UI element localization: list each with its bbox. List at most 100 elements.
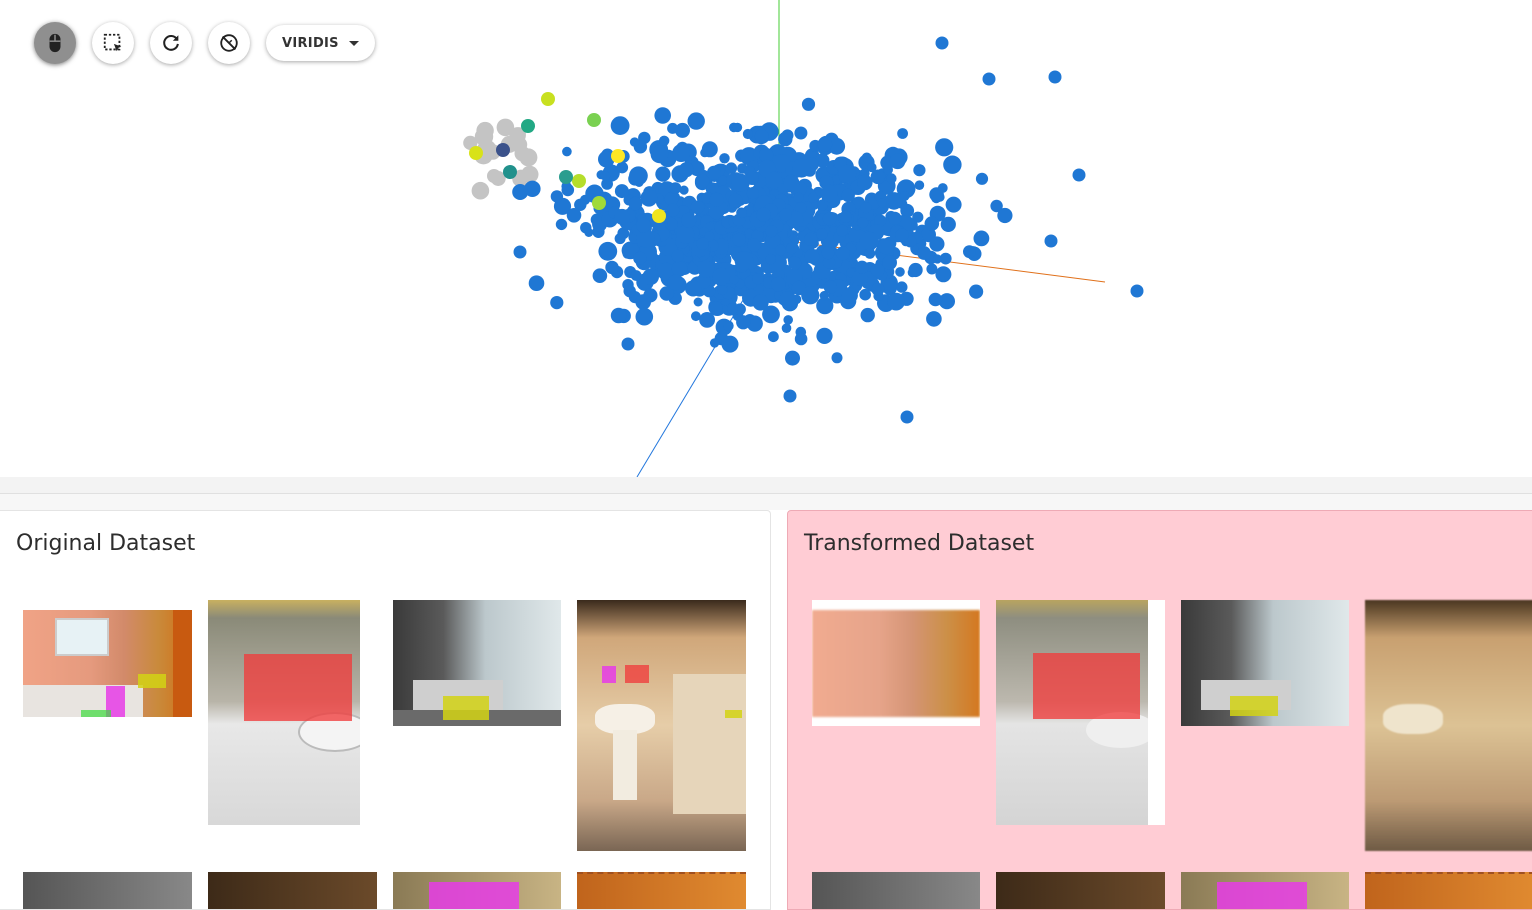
scatter-point[interactable] (732, 232, 746, 247)
transformed-image[interactable] (996, 600, 1165, 825)
scatter-point[interactable] (907, 267, 918, 278)
scatter-point[interactable] (664, 192, 679, 206)
scatter-point[interactable] (756, 207, 771, 222)
scatter-point[interactable] (793, 192, 804, 203)
scatter-point[interactable] (859, 231, 879, 251)
scatter-point[interactable] (650, 145, 669, 164)
scatter-point[interactable] (816, 228, 828, 240)
scatter-point[interactable] (823, 280, 838, 294)
scatter-point[interactable] (841, 287, 858, 304)
scatter-point[interactable] (559, 170, 573, 184)
scatter-point[interactable] (855, 260, 869, 274)
scatter-point[interactable] (816, 327, 833, 344)
scatter-point[interactable] (870, 263, 885, 278)
scatter-point[interactable] (635, 294, 651, 310)
scatter-point[interactable] (871, 282, 885, 296)
dataset-image[interactable] (208, 600, 377, 825)
scatter-point[interactable] (820, 184, 838, 203)
scatter-point[interactable] (693, 297, 703, 307)
scatter-point[interactable] (839, 210, 852, 223)
scatter-point[interactable] (633, 251, 647, 265)
scatter-point[interactable] (779, 291, 796, 308)
scatter-point[interactable] (496, 143, 510, 157)
scatter-point[interactable] (616, 161, 629, 174)
scatter-point[interactable] (469, 146, 483, 160)
scatter-point[interactable] (792, 158, 811, 178)
scatter-point[interactable] (897, 128, 908, 139)
scatter-point[interactable] (929, 187, 944, 202)
scatter-point[interactable] (924, 216, 940, 231)
scatter-point[interactable] (610, 116, 630, 135)
scatter-point[interactable] (550, 296, 564, 310)
scatter-point[interactable] (503, 165, 517, 179)
scatter-point[interactable] (801, 286, 820, 305)
scatter-point[interactable] (614, 208, 631, 225)
scatter-point[interactable] (783, 389, 797, 403)
scatter-point[interactable] (935, 266, 952, 283)
scatter-point[interactable] (982, 72, 996, 86)
scatter-point[interactable] (860, 307, 875, 323)
scatter-point[interactable] (621, 337, 635, 351)
scatter-point[interactable] (732, 122, 743, 133)
scatter-point[interactable] (685, 280, 702, 297)
scatter-point[interactable] (963, 245, 976, 259)
scatter-point[interactable] (878, 238, 895, 255)
scatter-point[interactable] (652, 209, 666, 223)
scatter-point[interactable] (667, 122, 679, 134)
scatter-point[interactable] (887, 292, 905, 311)
scatter-point[interactable] (592, 196, 606, 210)
scatter-point[interactable] (785, 350, 800, 366)
scatter-point[interactable] (895, 228, 909, 242)
scatter-point[interactable] (969, 284, 984, 299)
scatter-3d-canvas[interactable] (0, 0, 1532, 477)
transformed-image[interactable] (1365, 600, 1532, 851)
scatter-point[interactable] (600, 171, 611, 181)
dataset-image[interactable] (393, 600, 561, 726)
scatter-point[interactable] (721, 335, 739, 353)
scatter-point[interactable] (487, 169, 501, 183)
dataset-image[interactable] (393, 872, 561, 909)
scatter-point[interactable] (712, 267, 731, 286)
scatter-point[interactable] (781, 129, 794, 142)
scatter-point[interactable] (561, 183, 575, 197)
scatter-point[interactable] (752, 273, 764, 285)
scatter-point[interactable] (521, 119, 535, 133)
dataset-image[interactable] (577, 600, 746, 851)
scatter-point[interactable] (932, 254, 943, 264)
scatter-point[interactable] (630, 270, 642, 281)
scatter-point[interactable] (877, 198, 887, 208)
scatter-point[interactable] (895, 267, 905, 277)
scatter-point[interactable] (765, 253, 776, 265)
transformed-image[interactable] (812, 600, 980, 726)
scatter-point[interactable] (888, 211, 902, 225)
scatter-point[interactable] (882, 255, 897, 270)
clear-selection-button[interactable] (208, 22, 250, 64)
scatter-point[interactable] (775, 244, 786, 256)
scatter-point[interactable] (836, 224, 848, 237)
scatter-point[interactable] (622, 279, 634, 291)
mouse-mode-button[interactable] (34, 22, 76, 64)
scatter-point[interactable] (699, 312, 715, 328)
scatter-point[interactable] (592, 268, 608, 284)
scatter-point[interactable] (746, 187, 760, 200)
dataset-image[interactable] (577, 872, 746, 909)
scatter-point[interactable] (717, 284, 728, 296)
scatter-point[interactable] (719, 153, 730, 164)
scatter-point[interactable] (913, 164, 926, 177)
scatter-point[interactable] (857, 174, 873, 191)
scatter-point[interactable] (928, 292, 943, 307)
scatter-point[interactable] (794, 126, 808, 140)
scatter-point[interactable] (900, 410, 914, 424)
scatter-point[interactable] (629, 166, 648, 186)
scatter-point[interactable] (943, 155, 962, 174)
scatter-point[interactable] (709, 338, 720, 348)
scatter-point[interactable] (694, 173, 710, 189)
scatter-point[interactable] (794, 332, 808, 346)
scatter-point[interactable] (736, 207, 747, 219)
transformed-image[interactable] (1181, 600, 1349, 726)
scatter-point[interactable] (640, 189, 658, 207)
scatter-point[interactable] (611, 149, 625, 163)
scatter-point[interactable] (914, 180, 925, 190)
transformed-image[interactable] (996, 872, 1165, 909)
reset-view-button[interactable] (150, 22, 192, 64)
